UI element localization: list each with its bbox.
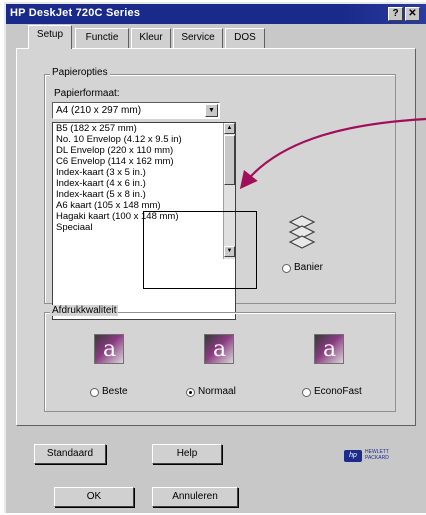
banier-radio[interactable] (282, 264, 291, 273)
beste-radio[interactable] (90, 388, 99, 397)
list-item[interactable]: DL Envelop (220 x 110 mm) (53, 145, 225, 156)
papierformaat-select[interactable]: A4 (210 x 297 mm) ▼ (52, 102, 220, 119)
normaal-radio[interactable] (186, 388, 195, 397)
list-item[interactable]: C6 Envelop (114 x 162 mm) (53, 156, 225, 167)
list-item[interactable]: A6 kaart (105 x 148 mm) (53, 200, 225, 211)
help-button[interactable]: Help (152, 444, 222, 464)
hp-logo-text: HEWLETT PACKARD (365, 449, 389, 461)
list-item[interactable]: No. 10 Envelop (4.12 x 9.5 in) (53, 134, 225, 145)
papierformaat-value: A4 (210 x 297 mm) (56, 105, 142, 116)
quality-beste-icon: a (94, 334, 124, 364)
quality-normaal-icon: a (204, 334, 234, 364)
list-item[interactable]: Index-kaart (3 x 5 in.) (53, 167, 225, 178)
chevron-down-icon[interactable]: ▼ (205, 104, 218, 117)
title-bar: HP DeskJet 720C Series ? ✕ (6, 4, 426, 24)
normaal-label: Normaal (198, 386, 236, 397)
banier-label: Banier (294, 262, 323, 273)
tab-kleur[interactable]: Kleur (131, 28, 171, 48)
close-button[interactable]: ✕ (405, 7, 420, 21)
hp-mark: hp (344, 450, 362, 462)
afdrukkwaliteit-label: Afdrukkwaliteit (50, 305, 119, 316)
annuleren-button[interactable]: Annuleren (152, 487, 238, 507)
banner-paper-icon (288, 215, 316, 249)
tab-setup[interactable]: Setup (28, 25, 72, 49)
highlight-box (143, 211, 257, 289)
help-title-button[interactable]: ? (388, 7, 403, 21)
scroll-up-arrow-icon[interactable]: ▲ (224, 123, 235, 134)
hp-logo: hp HEWLETT PACKARD (344, 449, 412, 463)
ok-button[interactable]: OK (54, 487, 134, 507)
beste-label: Beste (102, 386, 128, 397)
tab-functie[interactable]: Functie (75, 28, 129, 48)
list-item[interactable]: Index-kaart (5 x 8 in.) (53, 189, 225, 200)
tab-dos[interactable]: DOS (225, 28, 265, 48)
quality-econofast-icon: a (314, 334, 344, 364)
papierformaat-label: Papierformaat: (54, 88, 120, 99)
scroll-thumb[interactable] (224, 135, 235, 185)
standaard-button[interactable]: Standaard (34, 444, 106, 464)
list-item[interactable]: Index-kaart (4 x 6 in.) (53, 178, 225, 189)
papieropties-label: Papieropties (50, 67, 110, 78)
econofast-radio[interactable] (302, 388, 311, 397)
tab-service[interactable]: Service (173, 28, 223, 48)
econofast-label: EconoFast (314, 386, 362, 397)
printer-properties-window: HP DeskJet 720C Series ? ✕ Setup Functie… (4, 2, 426, 513)
list-item[interactable]: B5 (182 x 257 mm) (53, 123, 225, 134)
window-title: HP DeskJet 720C Series (10, 7, 141, 19)
